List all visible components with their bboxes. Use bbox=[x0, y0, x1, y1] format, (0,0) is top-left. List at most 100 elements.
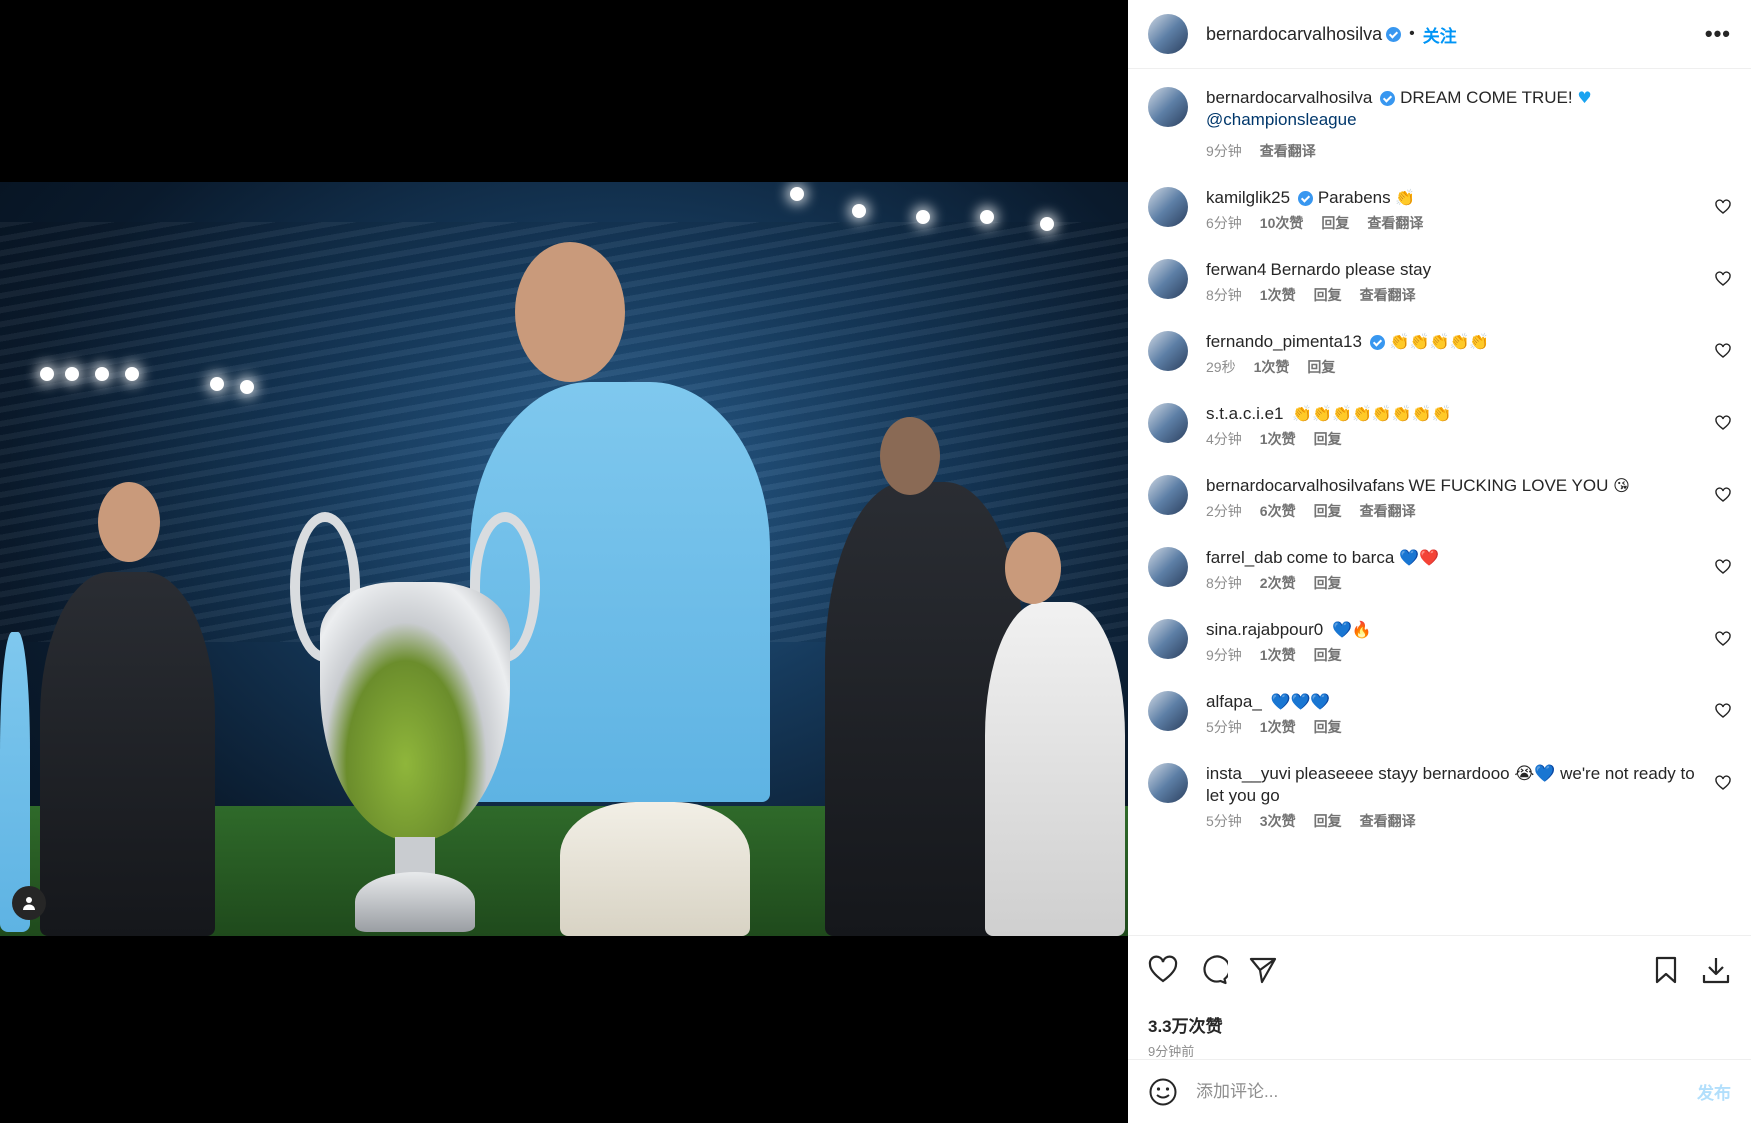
comment-like-heart-icon[interactable] bbox=[1715, 775, 1731, 791]
comment-body: ferwan4 Bernardo please stay 8分钟 1次赞 回复 查看翻译 bbox=[1206, 259, 1731, 305]
stadium-light bbox=[240, 380, 254, 394]
comment-likes[interactable]: 1次赞 bbox=[1260, 285, 1296, 305]
comment-body: kamilglik25 Parabens 👏 6分钟 10次赞 回复 查看翻译 bbox=[1206, 187, 1731, 233]
comment-reply-button[interactable]: 回复 bbox=[1307, 357, 1335, 377]
comment-like-heart-icon[interactable] bbox=[1715, 199, 1731, 215]
download-icon[interactable] bbox=[1701, 955, 1731, 985]
commenter-avatar[interactable] bbox=[1148, 187, 1188, 227]
action-icons bbox=[1148, 952, 1731, 988]
save-bookmark-icon[interactable] bbox=[1651, 955, 1681, 985]
comment-translate[interactable]: 查看翻译 bbox=[1360, 501, 1416, 521]
comment-translate[interactable]: 查看翻译 bbox=[1367, 213, 1423, 233]
comment-likes[interactable]: 10次赞 bbox=[1260, 213, 1304, 233]
post-photo[interactable] bbox=[0, 182, 1128, 936]
comment-username[interactable]: farrel_dab bbox=[1206, 548, 1283, 567]
caption-time[interactable]: 9分钟 bbox=[1206, 141, 1242, 161]
comment-likes[interactable]: 1次赞 bbox=[1260, 645, 1296, 665]
comment-translate[interactable]: 查看翻译 bbox=[1360, 285, 1416, 305]
caption-username[interactable]: bernardocarvalhosilva bbox=[1206, 88, 1372, 107]
emoji-smiley-icon[interactable] bbox=[1148, 1077, 1178, 1107]
likes-count[interactable]: 3.3万次赞 bbox=[1148, 1012, 1731, 1037]
commenter-avatar[interactable] bbox=[1148, 763, 1188, 803]
verified-badge-icon bbox=[1369, 335, 1385, 351]
comment-likes[interactable]: 6次赞 bbox=[1260, 501, 1296, 521]
comment-like-heart-icon[interactable] bbox=[1715, 271, 1731, 287]
caption-mention[interactable]: @championsleague bbox=[1206, 110, 1357, 129]
comment-like-heart-icon[interactable] bbox=[1715, 703, 1731, 719]
comment-time[interactable]: 8分钟 bbox=[1206, 285, 1242, 305]
post-comment-button[interactable]: 发布 bbox=[1697, 1079, 1731, 1104]
comment-like-heart-icon[interactable] bbox=[1715, 415, 1731, 431]
comment-reply-button[interactable]: 回复 bbox=[1321, 213, 1349, 233]
post-actions: 3.3万次赞 9分钟前 bbox=[1128, 935, 1751, 1059]
comment-reply-button[interactable]: 回复 bbox=[1314, 573, 1342, 593]
follow-button[interactable]: 关注 bbox=[1423, 22, 1457, 47]
comment-like-heart-icon[interactable] bbox=[1715, 631, 1731, 647]
comment-input[interactable] bbox=[1196, 1081, 1697, 1102]
comment-like-heart-icon[interactable] bbox=[1715, 343, 1731, 359]
comment-text-line: insta__yuvi pleaseeee stayy bernardooo 😭💙… bbox=[1206, 763, 1701, 807]
commenter-avatar[interactable] bbox=[1148, 475, 1188, 515]
more-options-button[interactable]: ••• bbox=[1705, 21, 1731, 47]
commenter-avatar[interactable] bbox=[1148, 403, 1188, 443]
comment-like-heart-icon[interactable] bbox=[1715, 487, 1731, 503]
comment-bubble-icon[interactable] bbox=[1198, 955, 1228, 985]
comment-likes[interactable]: 1次赞 bbox=[1254, 357, 1290, 377]
comment-username[interactable]: kamilglik25 bbox=[1206, 188, 1290, 207]
comment-username[interactable]: bernardocarvalhosilvafans bbox=[1206, 476, 1404, 495]
comment-rows: kamilglik25 Parabens 👏 6分钟 10次赞 回复 查看翻译 ferwa… bbox=[1148, 187, 1731, 831]
comment-reply-button[interactable]: 回复 bbox=[1314, 645, 1342, 665]
comment-emoji: 💙💙💙 bbox=[1270, 692, 1331, 711]
author-avatar[interactable] bbox=[1148, 14, 1188, 54]
comments-list[interactable]: bernardocarvalhosilva DREAM COME TRUE! ♥… bbox=[1128, 69, 1751, 935]
comment-reply-button[interactable]: 回复 bbox=[1314, 285, 1342, 305]
caption-translate[interactable]: 查看翻译 bbox=[1260, 141, 1316, 161]
comment-emoji: 👏👏👏👏👏 bbox=[1389, 332, 1490, 351]
comment-translate[interactable]: 查看翻译 bbox=[1360, 811, 1416, 831]
comment-username[interactable]: insta__yuvi bbox=[1206, 764, 1291, 783]
comment-likes[interactable]: 2次赞 bbox=[1260, 573, 1296, 593]
comment-reply-button[interactable]: 回复 bbox=[1314, 429, 1342, 449]
comment-like-heart-icon[interactable] bbox=[1715, 559, 1731, 575]
comment-time[interactable]: 29秒 bbox=[1206, 357, 1236, 377]
tagged-users-button[interactable] bbox=[12, 886, 46, 920]
comment-reply-button[interactable]: 回复 bbox=[1314, 717, 1342, 737]
comment-reply-button[interactable]: 回复 bbox=[1314, 501, 1342, 521]
comment-body: sina.rajabpour0 💙🔥 9分钟 1次赞 回复 bbox=[1206, 619, 1731, 665]
comment-time[interactable]: 6分钟 bbox=[1206, 213, 1242, 233]
stadium-light bbox=[790, 187, 804, 201]
comment-body: s.t.a.c.i.e1 👏👏👏👏👏👏👏👏 4分钟 1次赞 回复 bbox=[1206, 403, 1731, 449]
comment-time[interactable]: 5分钟 bbox=[1206, 717, 1242, 737]
comment-likes[interactable]: 1次赞 bbox=[1260, 717, 1296, 737]
comment-reply-button[interactable]: 回复 bbox=[1314, 811, 1342, 831]
comment-username[interactable]: fernando_pimenta13 bbox=[1206, 332, 1362, 351]
comment-row: ferwan4 Bernardo please stay 8分钟 1次赞 回复 查看翻译 bbox=[1148, 259, 1731, 305]
commenter-avatar[interactable] bbox=[1148, 547, 1188, 587]
comment-time[interactable]: 5分钟 bbox=[1206, 811, 1242, 831]
caption-avatar[interactable] bbox=[1148, 87, 1188, 127]
comment-time[interactable]: 8分钟 bbox=[1206, 573, 1242, 593]
comment-username[interactable]: sina.rajabpour0 bbox=[1206, 620, 1323, 639]
comment-time[interactable]: 2分钟 bbox=[1206, 501, 1242, 521]
post-side-panel: bernardocarvalhosilva • 关注 ••• bernardoc… bbox=[1128, 0, 1751, 1123]
comment-meta: 5分钟 3次赞 回复 查看翻译 bbox=[1206, 811, 1701, 831]
commenter-avatar[interactable] bbox=[1148, 259, 1188, 299]
commenter-avatar[interactable] bbox=[1148, 691, 1188, 731]
comment-time[interactable]: 4分钟 bbox=[1206, 429, 1242, 449]
post-header: bernardocarvalhosilva • 关注 ••• bbox=[1128, 0, 1751, 69]
comment-username[interactable]: ferwan4 bbox=[1206, 260, 1266, 279]
media-area bbox=[0, 0, 1128, 1123]
share-paper-plane-icon[interactable] bbox=[1248, 955, 1278, 985]
comment-text: come to barca bbox=[1286, 548, 1395, 567]
comment-time[interactable]: 9分钟 bbox=[1206, 645, 1242, 665]
comment-likes[interactable]: 1次赞 bbox=[1260, 429, 1296, 449]
comment-username[interactable]: s.t.a.c.i.e1 bbox=[1206, 404, 1283, 423]
commenter-avatar[interactable] bbox=[1148, 331, 1188, 371]
comment-emoji: 💙🔥 bbox=[1331, 620, 1372, 639]
comment-likes[interactable]: 3次赞 bbox=[1260, 811, 1296, 831]
author-username[interactable]: bernardocarvalhosilva bbox=[1206, 24, 1382, 45]
like-heart-icon[interactable] bbox=[1148, 955, 1178, 985]
comment-username[interactable]: alfapa_ bbox=[1206, 692, 1262, 711]
commenter-avatar[interactable] bbox=[1148, 619, 1188, 659]
person-icon bbox=[23, 897, 35, 910]
